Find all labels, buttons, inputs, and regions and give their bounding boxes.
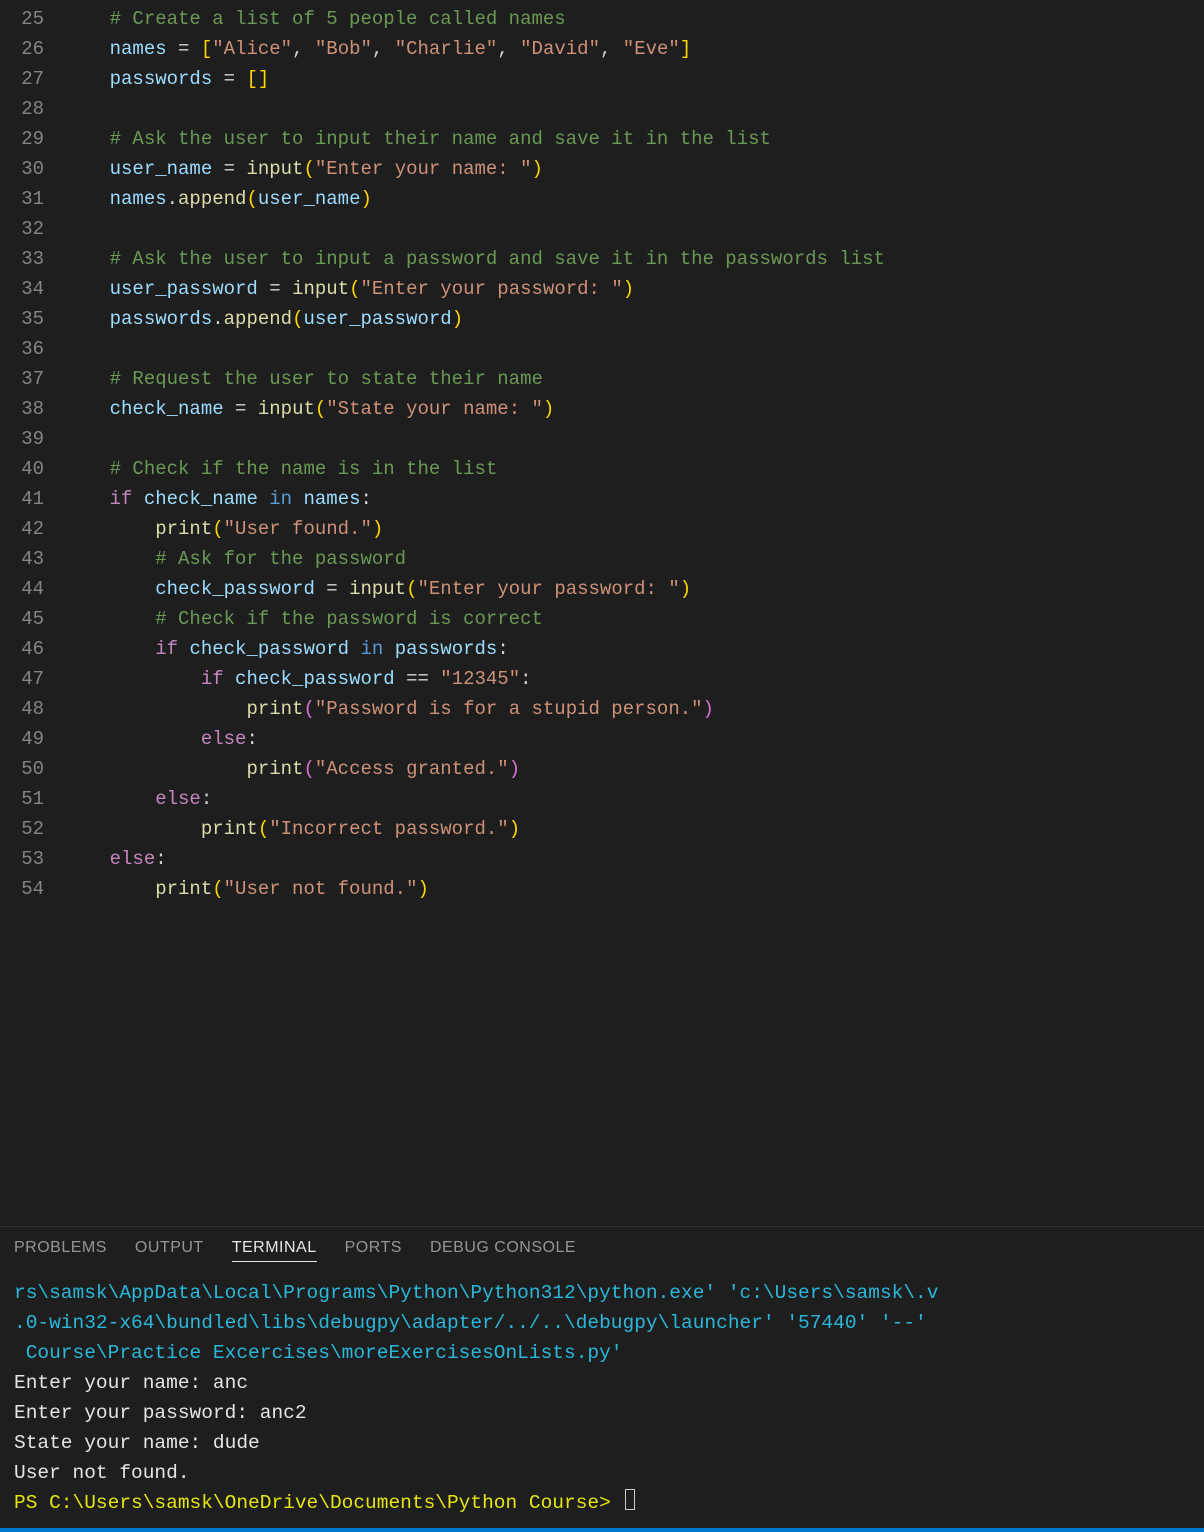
code-line[interactable]: # Check if the name is in the list	[64, 454, 1204, 484]
panel-tabs: PROBLEMS OUTPUT TERMINAL PORTS DEBUG CONSOLE	[0, 1227, 1204, 1272]
line-number: 26	[0, 34, 44, 64]
code-line[interactable]: # Ask for the password	[64, 544, 1204, 574]
panel-tab-terminal[interactable]: TERMINAL	[232, 1239, 317, 1262]
line-number: 30	[0, 154, 44, 184]
line-number: 49	[0, 724, 44, 754]
code-line[interactable]: # Ask the user to input a password and s…	[64, 244, 1204, 274]
line-number: 51	[0, 784, 44, 814]
code-line[interactable]: user_name = input("Enter your name: ")	[64, 154, 1204, 184]
terminal-output[interactable]: rs\samsk\AppData\Local\Programs\Python\P…	[0, 1272, 1204, 1528]
line-number: 48	[0, 694, 44, 724]
panel-tab-output[interactable]: OUTPUT	[135, 1239, 204, 1262]
line-number: 39	[0, 424, 44, 454]
line-number: 31	[0, 184, 44, 214]
line-number: 33	[0, 244, 44, 274]
terminal-line: PS C:\Users\samsk\OneDrive\Documents\Pyt…	[14, 1488, 1190, 1518]
line-number: 47	[0, 664, 44, 694]
code-line[interactable]	[64, 94, 1204, 124]
code-line[interactable]: else:	[64, 724, 1204, 754]
terminal-line: Course\Practice Excercises\moreExercises…	[14, 1338, 1190, 1368]
line-number: 52	[0, 814, 44, 844]
code-line[interactable]: if check_password == "12345":	[64, 664, 1204, 694]
terminal-cursor	[625, 1489, 635, 1510]
code-line[interactable]	[64, 334, 1204, 364]
code-line[interactable]: else:	[64, 784, 1204, 814]
code-line[interactable]: print("Password is for a stupid person."…	[64, 694, 1204, 724]
code-editor[interactable]: 2526272829303132333435363738394041424344…	[0, 0, 1204, 1226]
code-line[interactable]: names.append(user_name)	[64, 184, 1204, 214]
line-number: 46	[0, 634, 44, 664]
code-line[interactable]: print("User found.")	[64, 514, 1204, 544]
line-number: 25	[0, 4, 44, 34]
panel-tab-ports[interactable]: PORTS	[345, 1239, 402, 1262]
line-number: 36	[0, 334, 44, 364]
code-line[interactable]: else:	[64, 844, 1204, 874]
terminal-line: rs\samsk\AppData\Local\Programs\Python\P…	[14, 1278, 1190, 1308]
line-number: 50	[0, 754, 44, 784]
bottom-panel: PROBLEMS OUTPUT TERMINAL PORTS DEBUG CONSOLE…	[0, 1226, 1204, 1528]
line-number: 42	[0, 514, 44, 544]
line-number: 45	[0, 604, 44, 634]
line-number: 38	[0, 394, 44, 424]
code-line[interactable]: print("Access granted.")	[64, 754, 1204, 784]
line-number-gutter: 2526272829303132333435363738394041424344…	[0, 0, 64, 1226]
panel-tab-debug-console[interactable]: DEBUG CONSOLE	[430, 1239, 576, 1262]
terminal-line: Enter your name: anc	[14, 1368, 1190, 1398]
code-line[interactable]: names = ["Alice", "Bob", "Charlie", "Dav…	[64, 34, 1204, 64]
code-line[interactable]	[64, 214, 1204, 244]
code-line[interactable]: if check_password in passwords:	[64, 634, 1204, 664]
line-number: 29	[0, 124, 44, 154]
line-number: 44	[0, 574, 44, 604]
code-line[interactable]: check_name = input("State your name: ")	[64, 394, 1204, 424]
code-line[interactable]: print("Incorrect password.")	[64, 814, 1204, 844]
line-number: 32	[0, 214, 44, 244]
code-line[interactable]: print("User not found.")	[64, 874, 1204, 904]
line-number: 53	[0, 844, 44, 874]
terminal-line: .0-win32-x64\bundled\libs\debugpy\adapte…	[14, 1308, 1190, 1338]
code-area[interactable]: # Create a list of 5 people called names…	[64, 0, 1204, 1226]
panel-tab-problems[interactable]: PROBLEMS	[14, 1239, 107, 1262]
line-number: 37	[0, 364, 44, 394]
line-number: 27	[0, 64, 44, 94]
line-number: 34	[0, 274, 44, 304]
line-number: 35	[0, 304, 44, 334]
line-number: 28	[0, 94, 44, 124]
terminal-line: State your name: dude	[14, 1428, 1190, 1458]
terminal-line: User not found.	[14, 1458, 1190, 1488]
code-line[interactable]: # Create a list of 5 people called names	[64, 4, 1204, 34]
code-line[interactable]: if check_name in names:	[64, 484, 1204, 514]
code-line[interactable]: # Check if the password is correct	[64, 604, 1204, 634]
line-number: 54	[0, 874, 44, 904]
code-line[interactable]: # Request the user to state their name	[64, 364, 1204, 394]
terminal-line: Enter your password: anc2	[14, 1398, 1190, 1428]
code-line[interactable]: passwords = []	[64, 64, 1204, 94]
code-line[interactable]: user_password = input("Enter your passwo…	[64, 274, 1204, 304]
line-number: 43	[0, 544, 44, 574]
code-line[interactable]: passwords.append(user_password)	[64, 304, 1204, 334]
status-bar	[0, 1528, 1204, 1532]
line-number: 41	[0, 484, 44, 514]
line-number: 40	[0, 454, 44, 484]
code-line[interactable]	[64, 424, 1204, 454]
code-line[interactable]: # Ask the user to input their name and s…	[64, 124, 1204, 154]
code-line[interactable]: check_password = input("Enter your passw…	[64, 574, 1204, 604]
